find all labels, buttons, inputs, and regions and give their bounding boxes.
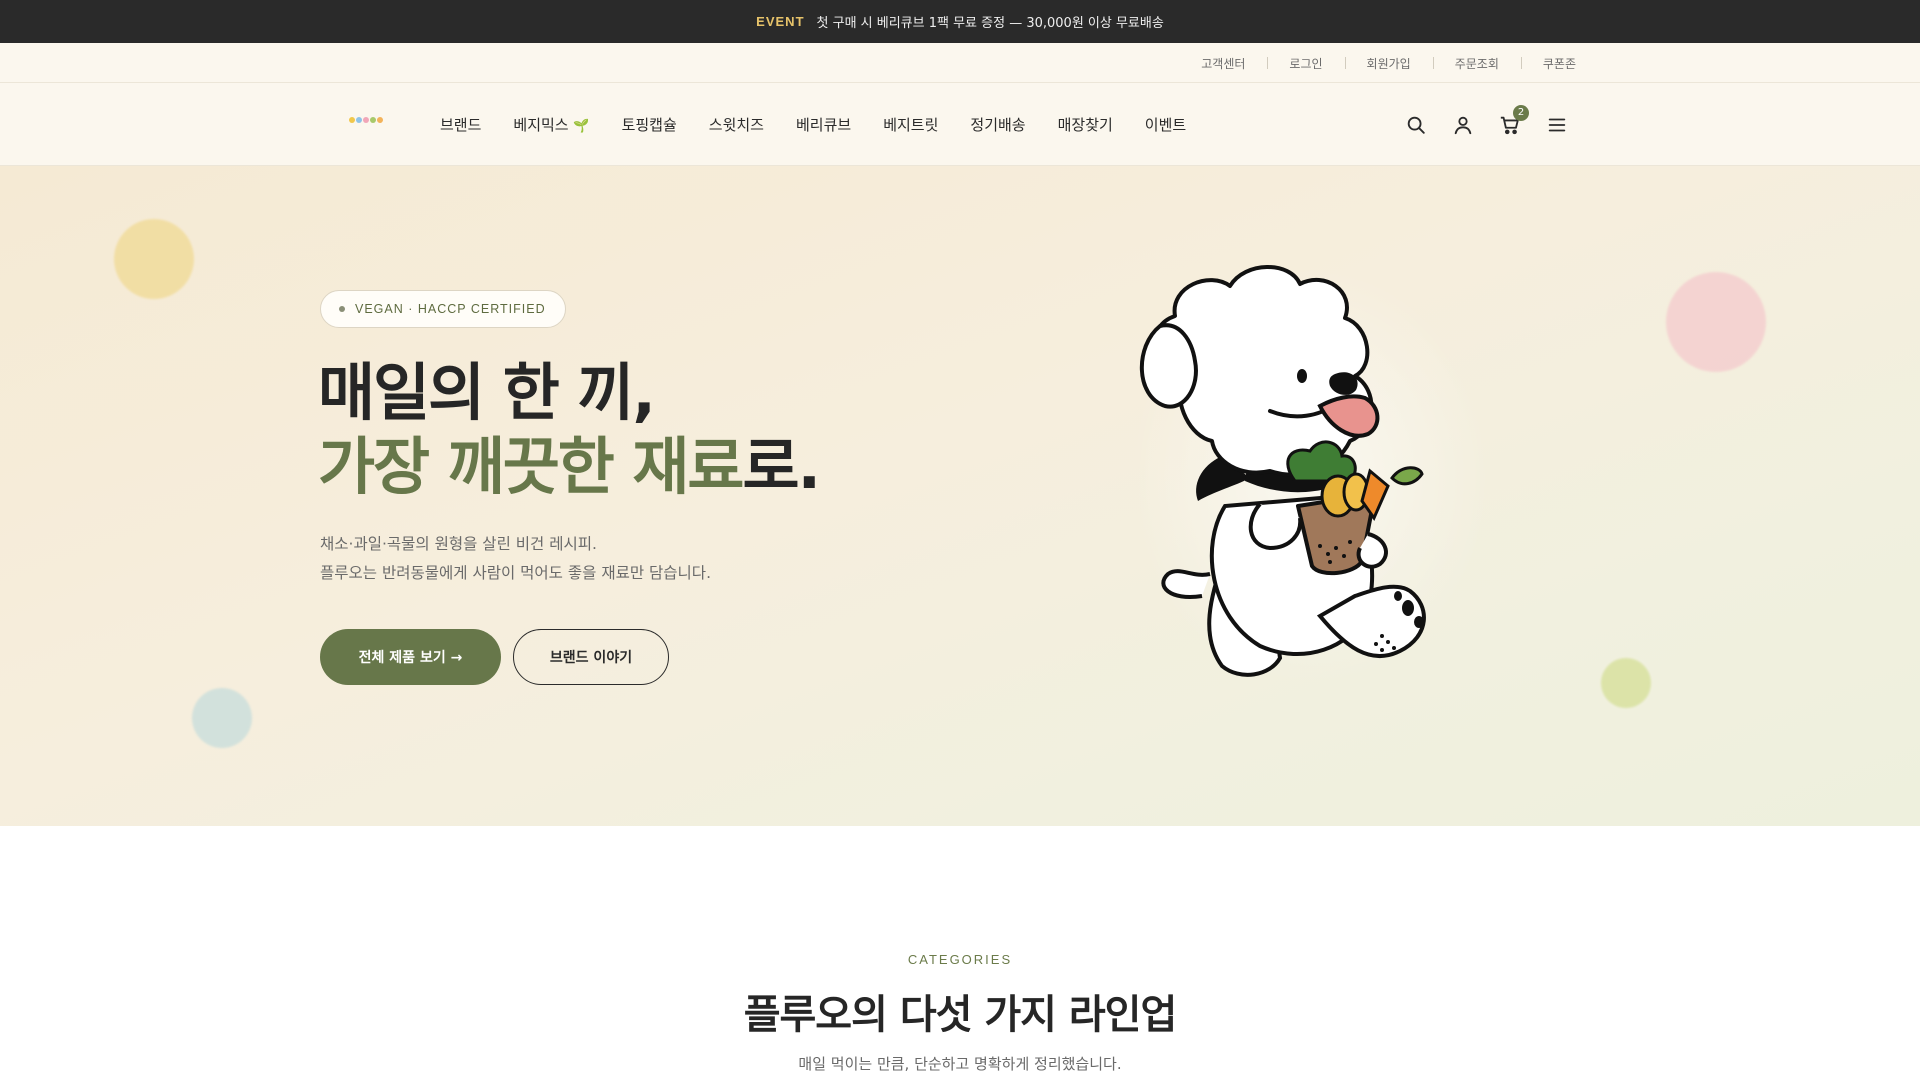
cart-count-badge: 2 (1513, 104, 1529, 121)
event-banner: EVENT 첫 구매 시 베리큐브 1팩 무료 증정 — 30,000원 이상 … (0, 0, 1920, 43)
cart-icon[interactable]: 2 (1499, 104, 1529, 136)
hero-title-suffix: 로. (742, 430, 821, 503)
nav-item-subscription[interactable]: 정기배송 (970, 114, 1025, 135)
customer-center-link[interactable]: 고객센터 (1179, 55, 1267, 72)
main-header: 브랜드 베지믹스 🌱 토핑캡슐 스윗치즈 베리큐브 베지트릿 정기배송 매장찾기… (0, 83, 1920, 166)
header-icons: 2 (1405, 83, 1568, 166)
nav-item-sweet-cheese[interactable]: 스윗치즈 (709, 114, 764, 135)
main-nav: 브랜드 베지믹스 🌱 토핑캡슐 스윗치즈 베리큐브 베지트릿 정기배송 매장찾기… (440, 83, 1186, 166)
hero-section: VEGAN · HACCP CERTIFIED 매일의 한 끼, 가장 깨끗한 … (0, 166, 1920, 826)
hero-description: 채소·과일·곡물의 원형을 살린 비건 레시피. 플루오는 반려동물에게 사람이… (320, 530, 711, 588)
decor-circle-yellow (114, 219, 194, 299)
nav-item-vegi-treat[interactable]: 베지트릿 (883, 114, 938, 135)
leaf-icon: 🌱 (573, 119, 590, 134)
nav-item-vegimix[interactable]: 베지믹스 🌱 (513, 114, 589, 135)
decor-circle-pink (1666, 272, 1766, 372)
categories-title: 플루오의 다섯 가지 라인업 (743, 992, 1178, 1038)
hero-title-line1: 매일의 한 끼, (318, 356, 656, 429)
event-tag: EVENT (756, 14, 805, 29)
decor-circle-blue (192, 688, 252, 748)
nav-item-vegimix-label: 베지믹스 (513, 116, 569, 134)
view-all-products-button[interactable]: 전체 제품 보기 → (320, 629, 501, 685)
hamburger-menu-icon[interactable] (1546, 114, 1568, 136)
hero-desc-line1: 채소·과일·곡물의 원형을 살린 비건 레시피. (320, 535, 597, 553)
utility-links: 고객센터 로그인 회원가입 주문조회 쿠폰존 (1179, 43, 1576, 83)
certification-badge: VEGAN · HACCP CERTIFIED (320, 290, 566, 328)
hero-desc-line2: 플루오는 반려동물에게 사람이 먹어도 좋을 재료만 담습니다. (320, 564, 711, 582)
nav-item-store-finder[interactable]: 매장찾기 (1058, 114, 1113, 135)
dog-mascot-illustration (1130, 265, 1490, 686)
badge-dot (339, 306, 345, 312)
brand-story-button[interactable]: 브랜드 이야기 (513, 629, 669, 685)
user-icon[interactable] (1452, 114, 1474, 136)
utility-bar: 고객센터 로그인 회원가입 주문조회 쿠폰존 (0, 43, 1920, 83)
hero-title-line2: 가장 깨끗한 재료로. (318, 430, 821, 504)
certification-text: VEGAN · HACCP CERTIFIED (355, 302, 546, 316)
categories-label: CATEGORIES (907, 952, 1013, 967)
login-link[interactable]: 로그인 (1267, 55, 1344, 72)
order-lookup-link[interactable]: 주문조회 (1432, 55, 1521, 72)
nav-item-berry-cube[interactable]: 베리큐브 (796, 114, 851, 135)
nav-item-topping-capsule[interactable]: 토핑캡슐 (622, 114, 677, 135)
nav-item-brand[interactable]: 브랜드 (440, 114, 481, 135)
coupon-zone-link[interactable]: 쿠폰존 (1520, 55, 1576, 72)
hero-title: 매일의 한 끼, 가장 깨끗한 재료로. (318, 356, 821, 504)
categories-subtitle: 매일 먹이는 만큼, 단순하고 명확하게 정리했습니다. (798, 1055, 1122, 1073)
event-message[interactable]: 첫 구매 시 베리큐브 1팩 무료 증정 — 30,000원 이상 무료배송 (817, 12, 1164, 31)
brand-logo[interactable] (349, 117, 383, 123)
search-icon[interactable] (1405, 114, 1427, 136)
signup-link[interactable]: 회원가입 (1344, 55, 1433, 72)
nav-item-event[interactable]: 이벤트 (1145, 114, 1186, 135)
decor-circle-green (1601, 658, 1651, 708)
hero-title-highlight: 가장 깨끗한 재료 (318, 430, 744, 503)
